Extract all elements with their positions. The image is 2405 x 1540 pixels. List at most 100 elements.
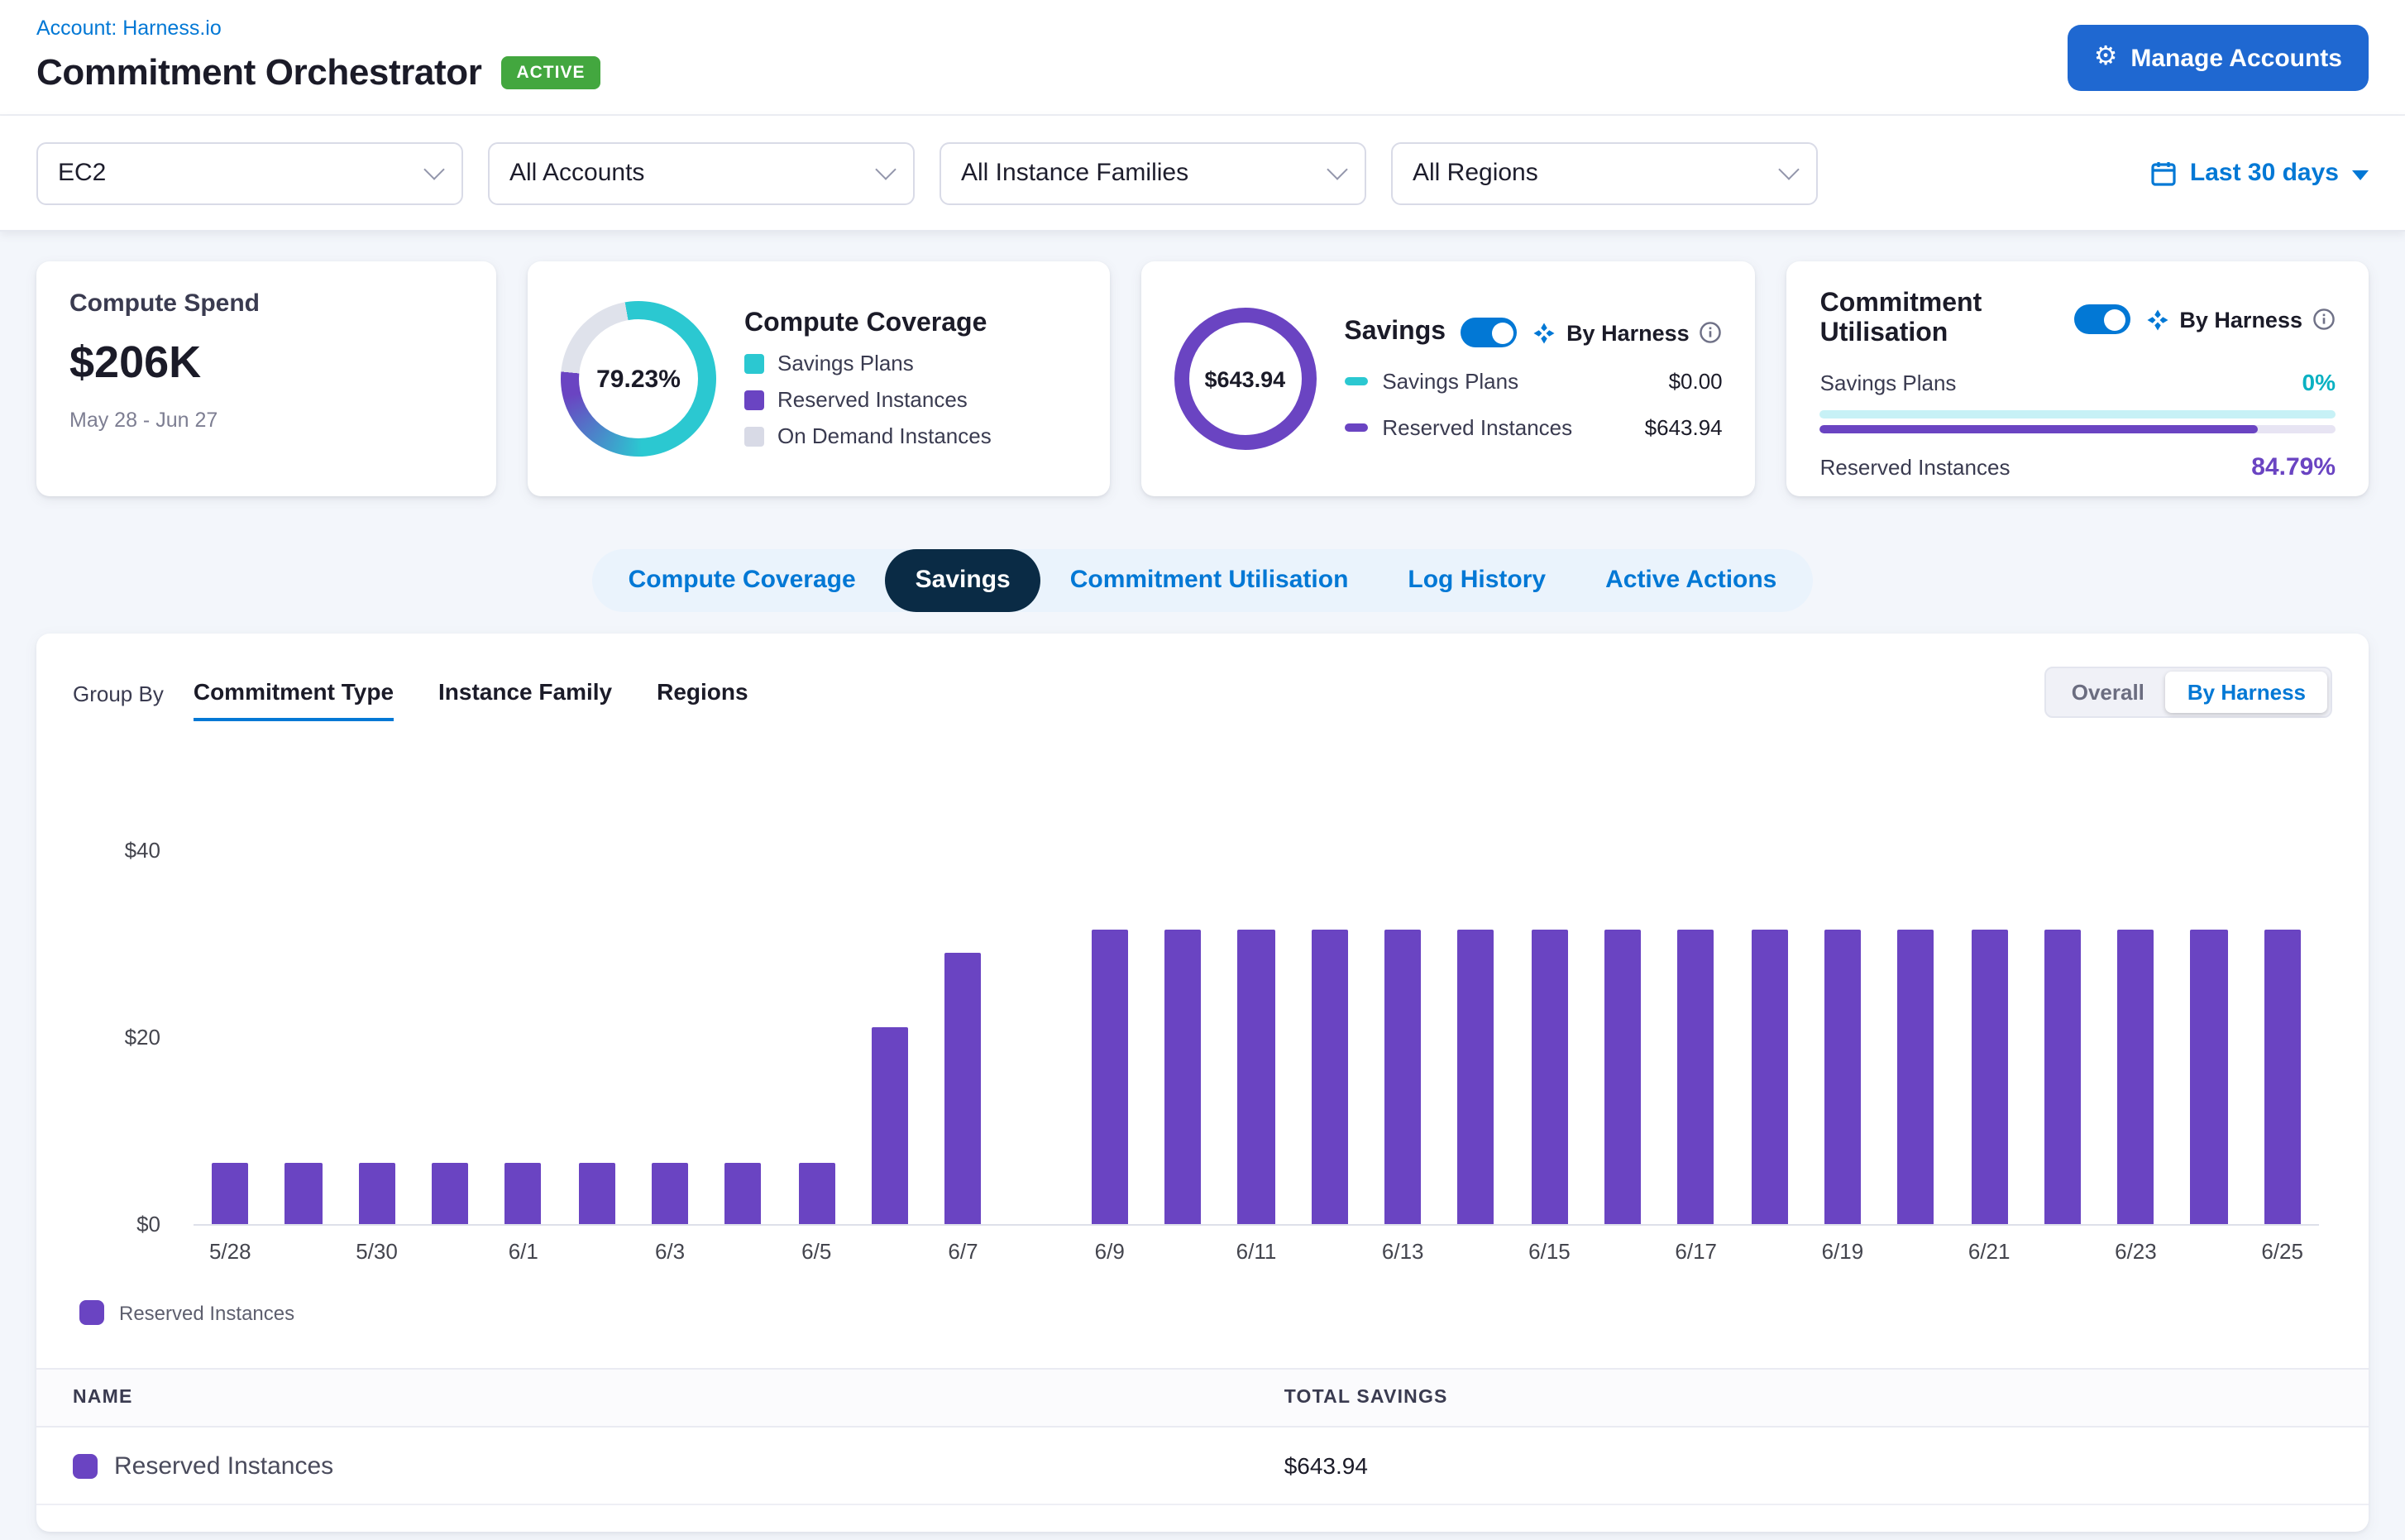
calendar-icon — [2150, 160, 2177, 186]
chart-bar[interactable] — [944, 953, 981, 1224]
chart-bar[interactable] — [358, 1164, 394, 1224]
chart-bar[interactable] — [1092, 930, 1128, 1224]
chart-bar[interactable] — [1971, 930, 2007, 1224]
chart-bar[interactable] — [1531, 930, 1567, 1224]
group-tab-regions[interactable]: Regions — [657, 678, 748, 721]
regions-filter-select[interactable]: All Regions — [1391, 141, 1818, 204]
chart-bar[interactable] — [1678, 930, 1714, 1224]
chart-bar[interactable] — [1897, 930, 1934, 1224]
y-axis-label: $40 — [58, 838, 160, 863]
reserved-instances-row-swatch — [73, 1453, 98, 1478]
x-axis-label: 6/1 — [509, 1239, 538, 1264]
date-range-value: Last 30 days — [2190, 159, 2339, 187]
legend-item: Savings Plans — [744, 351, 992, 375]
chart-bar[interactable] — [1164, 930, 1201, 1224]
page-content: Compute Spend $206K May 28 - Jun 27 79.2… — [0, 232, 2405, 1532]
chart-bar[interactable] — [2264, 930, 2301, 1224]
toggle-knob — [2104, 308, 2125, 330]
info-icon[interactable] — [2312, 308, 2336, 331]
savings-plans-util-bar — [1820, 410, 2336, 418]
y-axis-label: $20 — [58, 1025, 160, 1050]
regions-filter-value: All Regions — [1413, 159, 1538, 187]
chart-bar[interactable] — [1238, 930, 1274, 1224]
info-icon[interactable] — [1700, 321, 1723, 344]
group-tab-instance-family[interactable]: Instance Family — [438, 678, 612, 721]
chart-bar[interactable] — [2191, 930, 2227, 1224]
chart-bar[interactable] — [1824, 930, 1861, 1224]
savings-row-label: Reserved Instances — [1382, 415, 1572, 440]
chart-plot: 5/285/306/16/36/56/76/96/116/136/156/176… — [194, 850, 2319, 1226]
x-axis-label: 6/7 — [948, 1239, 978, 1264]
compute-spend-card: Compute Spend $206K May 28 - Jun 27 — [36, 261, 496, 496]
coverage-donut: 79.23% — [561, 301, 716, 457]
chart-bar[interactable] — [285, 1164, 322, 1224]
chart-bar[interactable] — [872, 1028, 908, 1224]
service-filter-select[interactable]: EC2 — [36, 141, 463, 204]
chart-bar[interactable] — [2044, 930, 2081, 1224]
chart-bar[interactable] — [1458, 930, 1494, 1224]
chevron-down-icon — [1778, 158, 1799, 179]
filter-bar: EC2 All Accounts All Instance Families A… — [0, 116, 2405, 232]
x-axis-label: 6/3 — [655, 1239, 685, 1264]
table-row[interactable]: Reserved Instances $643.94 — [36, 1428, 2369, 1505]
commitment-utilisation-card: Commitment Utilisation By Harness — [1787, 261, 2369, 496]
summary-cards: Compute Spend $206K May 28 - Jun 27 79.2… — [36, 261, 2369, 496]
savings-table: NAME TOTAL SAVINGS Reserved Instances $6… — [36, 1368, 2369, 1505]
view-by-harness-button[interactable]: By Harness — [2166, 672, 2327, 713]
savings-donut: $643.94 — [1174, 308, 1316, 450]
column-header-total-savings: TOTAL SAVINGS — [1284, 1388, 1448, 1408]
x-axis-label: 5/28 — [209, 1239, 251, 1264]
date-range-picker[interactable]: Last 30 days — [2150, 159, 2369, 187]
tab-savings[interactable]: Savings — [886, 549, 1040, 612]
tab-active-actions[interactable]: Active Actions — [1575, 549, 1806, 612]
accounts-filter-select[interactable]: All Accounts — [488, 141, 915, 204]
x-axis-label: 6/9 — [1095, 1239, 1125, 1264]
reserved-instances-swatch — [744, 390, 764, 409]
chart-bar[interactable] — [1311, 930, 1347, 1224]
chart-bar[interactable] — [1384, 930, 1421, 1224]
instance-families-filter-select[interactable]: All Instance Families — [940, 141, 1366, 204]
x-axis-label: 6/5 — [801, 1239, 831, 1264]
accounts-filter-value: All Accounts — [509, 159, 644, 187]
view-overall-button[interactable]: Overall — [2050, 672, 2166, 713]
legend-label: Savings Plans — [777, 351, 914, 375]
toggle-knob — [1491, 322, 1513, 343]
chart-bar[interactable] — [652, 1164, 688, 1224]
savings-plans-swatch — [744, 353, 764, 373]
by-harness-toggle[interactable] — [1461, 318, 1517, 347]
savings-row-value: $0.00 — [1669, 369, 1723, 394]
util-row: Reserved Instances 84.79% — [1820, 453, 2336, 481]
chart-bar[interactable] — [1604, 930, 1641, 1224]
tab-commitment-utilisation[interactable]: Commitment Utilisation — [1040, 549, 1379, 612]
legend-label: On Demand Instances — [777, 423, 992, 448]
compute-coverage-card: 79.23% Compute Coverage Savings Plans Re… — [528, 261, 1109, 496]
commitment-orchestrator-page: Account: Harness.io Commitment Orchestra… — [0, 0, 2405, 1540]
chart-bar[interactable] — [2117, 930, 2154, 1224]
reserved-instances-legend-swatch[interactable] — [79, 1300, 104, 1325]
legend-item: Reserved Instances — [744, 387, 992, 412]
chart-bar[interactable] — [505, 1164, 542, 1224]
x-axis-label: 6/25 — [2261, 1239, 2303, 1264]
group-tab-commitment-type[interactable]: Commitment Type — [194, 678, 394, 721]
chart-bar[interactable] — [578, 1164, 614, 1224]
chart-bar[interactable] — [725, 1164, 762, 1224]
savings-title: Savings — [1344, 318, 1446, 347]
legend-item: On Demand Instances — [744, 423, 992, 448]
chart-bar[interactable] — [1751, 930, 1787, 1224]
gear-icon: ⚙ — [2094, 45, 2118, 71]
on-demand-swatch — [744, 426, 764, 446]
savings-row: Savings Plans $0.00 — [1344, 369, 1722, 394]
account-link[interactable]: Account: Harness.io — [36, 0, 222, 40]
x-axis-label: 6/19 — [1822, 1239, 1864, 1264]
tab-log-history[interactable]: Log History — [1378, 549, 1575, 612]
manage-accounts-button[interactable]: ⚙ Manage Accounts — [2068, 25, 2369, 91]
tab-compute-coverage[interactable]: Compute Coverage — [599, 549, 886, 612]
x-axis-label: 5/30 — [356, 1239, 398, 1264]
chart-bar[interactable] — [432, 1164, 468, 1224]
by-harness-toggle[interactable] — [2073, 304, 2130, 334]
util-row-label: Savings Plans — [1820, 370, 1957, 395]
chart-bar[interactable] — [798, 1164, 834, 1224]
group-by-row: Group By Commitment Type Instance Family… — [36, 667, 2369, 721]
chart-bar[interactable] — [212, 1164, 248, 1224]
group-by-label: Group By — [73, 682, 164, 721]
